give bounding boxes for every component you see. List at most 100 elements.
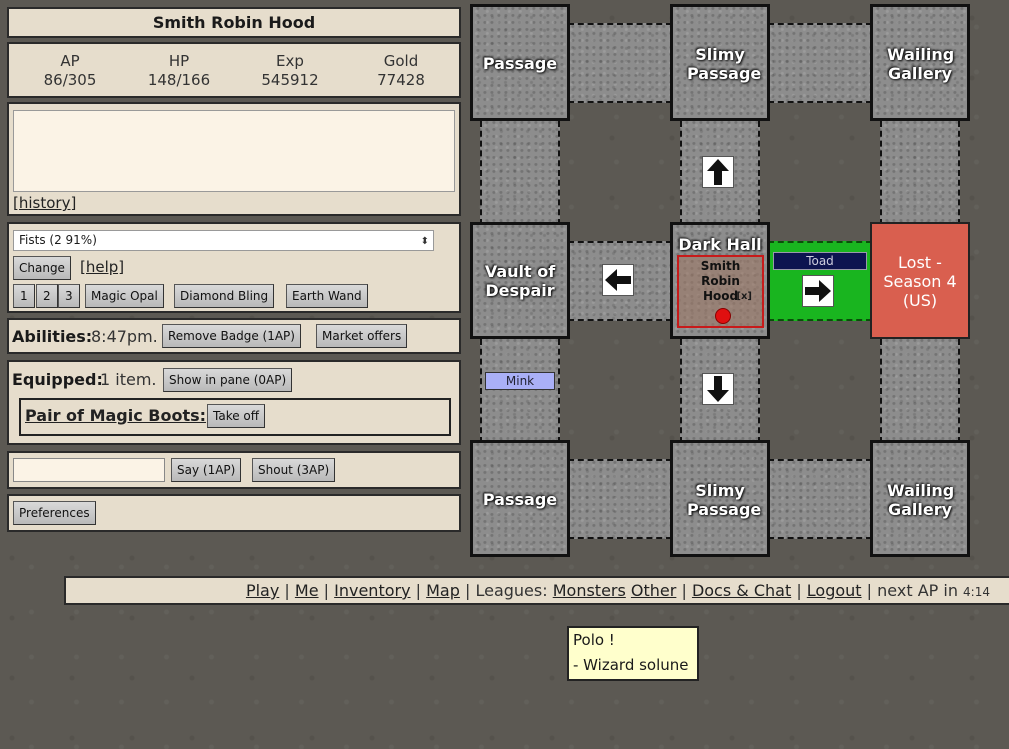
stat-value: 545912 bbox=[261, 71, 319, 89]
arrow-left-icon bbox=[605, 269, 631, 291]
room-label: Slimy Passage bbox=[687, 481, 762, 519]
weapon-slot-1-button[interactable]: 1 bbox=[13, 284, 35, 308]
room-label: Lost - Season 4 (US) bbox=[883, 253, 957, 310]
nav-logout-link[interactable]: Logout bbox=[807, 581, 862, 600]
nav-map-link[interactable]: Map bbox=[426, 581, 460, 600]
stat-value: 77428 bbox=[377, 71, 425, 89]
room-ne[interactable]: Wailing Gallery bbox=[870, 4, 970, 121]
weapon-slot-2-button[interactable]: 2 bbox=[36, 284, 58, 308]
abilities-label: Abilities: bbox=[12, 327, 93, 346]
shout-button[interactable]: Shout (3AP) bbox=[252, 458, 336, 482]
room-n[interactable]: Slimy Passage bbox=[670, 4, 770, 121]
market-offers-button[interactable]: Market offers bbox=[316, 324, 408, 348]
tooltip-line: - Wizard solune bbox=[573, 656, 689, 674]
room-label: Vault of Despair bbox=[484, 262, 556, 300]
message-panel: [history] bbox=[7, 102, 461, 216]
speech-panel: Say (1AP) Shout (3AP) bbox=[7, 451, 461, 489]
corridor-s-east[interactable] bbox=[768, 459, 872, 539]
say-button[interactable]: Say (1AP) bbox=[171, 458, 242, 482]
tooltip-box: Polo ! - Wizard solune bbox=[567, 626, 699, 681]
player-card-close[interactable]: [x] bbox=[736, 291, 752, 302]
room-label: Wailing Gallery bbox=[887, 481, 955, 519]
select-arrows-icon: ⬍ bbox=[420, 236, 429, 247]
nav-separator: | bbox=[681, 581, 687, 600]
tooltip-line: Polo ! bbox=[573, 631, 615, 649]
weapon-slot-3-button[interactable]: 3 bbox=[58, 284, 80, 308]
stat-gold: Gold 77428 bbox=[351, 52, 451, 90]
dungeon-map: Passage Slimy Passage Wailing Gallery Va… bbox=[470, 4, 970, 559]
move-east-button[interactable] bbox=[802, 275, 834, 307]
nav-separator: | bbox=[415, 581, 422, 600]
move-west-button[interactable] bbox=[602, 264, 634, 296]
move-north-button[interactable] bbox=[702, 156, 734, 188]
equipped-label: Equipped: bbox=[12, 370, 103, 389]
nav-separator: | bbox=[323, 581, 330, 600]
move-south-button[interactable] bbox=[702, 373, 734, 405]
history-link[interactable]: [history] bbox=[13, 194, 76, 212]
take-off-button[interactable]: Take off bbox=[207, 404, 266, 428]
nav-monsters-link[interactable]: Monsters bbox=[553, 581, 626, 600]
room-nw[interactable]: Passage bbox=[470, 4, 570, 121]
room-label: Dark Hall bbox=[678, 235, 762, 254]
nav-inventory-link[interactable]: Inventory bbox=[334, 581, 410, 600]
nav-other-link[interactable]: Other bbox=[631, 581, 676, 600]
nav-docs-link[interactable]: Docs & Chat bbox=[692, 581, 791, 600]
weapon-select[interactable]: Fists (2 91%) ⬍ bbox=[13, 230, 434, 251]
stat-label: HP bbox=[168, 52, 190, 70]
weapon-panel: Fists (2 91%) ⬍ Change [help] 1 2 3 Magi… bbox=[7, 222, 461, 313]
stats-panel: AP 86/305 HP 148/166 Exp 545912 Gold 774… bbox=[7, 42, 461, 98]
room-label: Slimy Passage bbox=[687, 45, 762, 83]
item-magic-opal-button[interactable]: Magic Opal bbox=[85, 284, 164, 308]
monster-toad-badge[interactable]: Toad bbox=[773, 252, 867, 270]
abilities-time: 8:47pm. bbox=[91, 327, 158, 346]
weapon-help-link[interactable]: [help] bbox=[80, 258, 124, 276]
stat-ap: AP 86/305 bbox=[20, 52, 120, 90]
corridor-n-east[interactable] bbox=[768, 23, 872, 103]
room-label: Passage bbox=[482, 54, 558, 73]
corridor-e-south[interactable] bbox=[880, 339, 960, 443]
room-center: Dark Hall Smith Robin Hood [x] bbox=[670, 222, 770, 339]
stat-label: AP bbox=[60, 52, 80, 70]
item-earth-wand-button[interactable]: Earth Wand bbox=[286, 284, 368, 308]
message-log[interactable] bbox=[13, 110, 455, 192]
stat-hp: HP 148/166 bbox=[129, 52, 229, 90]
preferences-button[interactable]: Preferences bbox=[13, 501, 96, 525]
equipped-item: Pair of Magic Boots: Take off bbox=[19, 398, 451, 436]
preferences-panel: Preferences bbox=[7, 494, 461, 532]
corridor-e-north[interactable] bbox=[880, 121, 960, 225]
corridor-s-west[interactable] bbox=[568, 459, 672, 539]
character-name: Smith Robin Hood bbox=[152, 13, 316, 32]
change-weapon-button[interactable]: Change bbox=[13, 256, 71, 280]
say-input[interactable] bbox=[13, 458, 165, 482]
nav-separator: | bbox=[796, 581, 802, 600]
stat-exp: Exp 545912 bbox=[240, 52, 340, 90]
room-label: Wailing Gallery bbox=[887, 45, 955, 83]
monster-mink-badge[interactable]: Mink bbox=[485, 372, 555, 390]
equipped-panel: Equipped: 1 item. Show in pane (0AP) Pai… bbox=[7, 360, 461, 445]
nav-me-link[interactable]: Me bbox=[295, 581, 319, 600]
room-se[interactable]: Wailing Gallery bbox=[870, 440, 970, 557]
player-card[interactable]: Smith Robin Hood [x] bbox=[677, 255, 764, 328]
room-w[interactable]: Vault of Despair bbox=[470, 222, 570, 339]
nav-leagues-label: Leagues: bbox=[475, 581, 548, 600]
room-s[interactable]: Slimy Passage bbox=[670, 440, 770, 557]
arrow-down-icon bbox=[707, 376, 729, 402]
corridor-w-south[interactable] bbox=[480, 339, 560, 443]
footer-nav: Play | Me | Inventory | Map | Leagues: M… bbox=[64, 576, 1009, 605]
arrow-right-icon bbox=[805, 280, 831, 302]
nav-play-link[interactable]: Play bbox=[246, 581, 279, 600]
nav-separator: | bbox=[284, 581, 290, 600]
corridor-w-north[interactable] bbox=[480, 121, 560, 225]
room-e[interactable]: Lost - Season 4 (US) bbox=[870, 222, 970, 339]
nav-separator: | bbox=[464, 581, 471, 600]
item-diamond-bling-button[interactable]: Diamond Bling bbox=[174, 284, 275, 308]
show-in-pane-button[interactable]: Show in pane (0AP) bbox=[163, 368, 293, 392]
weapon-select-value: Fists (2 91%) bbox=[19, 233, 97, 247]
equipped-item-name[interactable]: Pair of Magic Boots: bbox=[25, 406, 206, 425]
remove-badge-button[interactable]: Remove Badge (1AP) bbox=[162, 324, 301, 348]
room-label: Passage bbox=[482, 490, 558, 509]
stat-value: 86/305 bbox=[43, 71, 97, 89]
corridor-n-west[interactable] bbox=[568, 23, 672, 103]
nav-separator: | bbox=[866, 581, 873, 600]
room-sw[interactable]: Passage bbox=[470, 440, 570, 557]
